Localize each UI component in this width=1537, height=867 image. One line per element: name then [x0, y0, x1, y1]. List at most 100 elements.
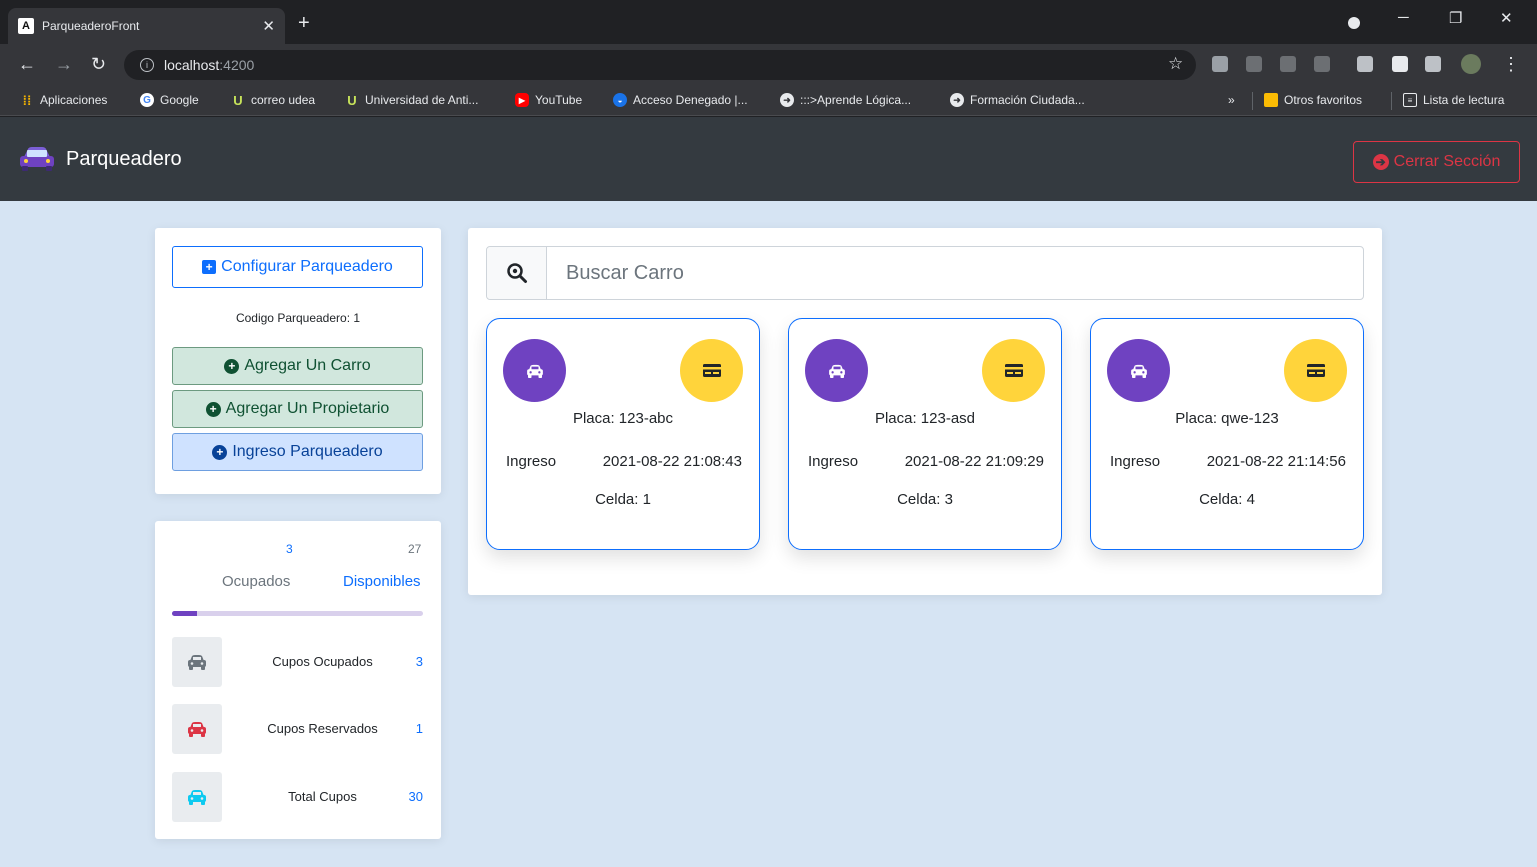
brand[interactable]: Parqueadero: [18, 145, 182, 173]
extension-icon[interactable]: [1314, 56, 1330, 72]
search-input[interactable]: [547, 247, 1363, 299]
available-count: 27: [408, 542, 422, 556]
power-icon: ➔: [1372, 154, 1389, 170]
forward-icon[interactable]: →: [55, 54, 73, 75]
minimize-icon[interactable]: ─: [1398, 9, 1409, 26]
globe-icon: ➜: [780, 93, 794, 107]
extension-icon[interactable]: [1280, 56, 1296, 72]
bookmark-divider: [1391, 92, 1392, 110]
total-spots-value: 30: [408, 789, 423, 804]
add-owner-button[interactable]: + Agregar Un Propietario: [172, 390, 423, 428]
restore-icon[interactable]: ❐: [1449, 9, 1462, 27]
car-card[interactable]: Placa: qwe-123 Ingreso 2021-08-22 21:14:…: [1090, 318, 1364, 550]
bookmark-star-icon[interactable]: ☆: [1168, 54, 1183, 74]
car-icon: [188, 790, 206, 805]
car-avatar: [805, 339, 868, 402]
globe-icon: ➜: [950, 93, 964, 107]
car-avatar: [503, 339, 566, 402]
entry-label: Ingreso: [506, 453, 557, 470]
car-cell: Celda: 4: [1199, 491, 1255, 508]
bookmark-youtube[interactable]: ▶ YouTube: [515, 93, 582, 107]
ticket-icon: [702, 364, 721, 377]
car-plate: Placa: 123-abc: [572, 410, 674, 427]
ticket-icon: [1004, 364, 1023, 377]
bookmark-aprende-logica[interactable]: ➜ :::>Aprende Lógica...: [780, 93, 911, 107]
parking-entry-button[interactable]: + Ingreso Parqueadero: [172, 433, 423, 471]
search-addon[interactable]: [487, 247, 547, 299]
notion-icon[interactable]: [1357, 56, 1373, 72]
address-bar[interactable]: i localhost:4200: [124, 50, 1196, 80]
occupied-count: 3: [286, 542, 293, 556]
reload-icon[interactable]: ↻: [91, 54, 106, 75]
total-spots-icon-box: [172, 772, 222, 822]
car-card[interactable]: Placa: 123-asd Ingreso 2021-08-22 21:09:…: [788, 318, 1062, 550]
plus-circle-icon: +: [224, 358, 240, 374]
profile-indicator-icon[interactable]: [1348, 17, 1360, 29]
bookmark-formacion[interactable]: ➜ Formación Ciudada...: [950, 93, 1085, 107]
reading-list[interactable]: ≡ Lista de lectura: [1403, 93, 1504, 107]
car-icon: [188, 722, 206, 737]
ticket-icon: [1306, 364, 1325, 377]
bookmark-other-favorites[interactable]: Otros favoritos: [1264, 93, 1362, 107]
puzzle-extensions-icon[interactable]: [1392, 56, 1408, 72]
bookmark-apps[interactable]: ⁞⁞ Aplicaciones: [20, 92, 108, 108]
avatar[interactable]: [1461, 54, 1481, 74]
media-control-icon[interactable]: [1425, 56, 1441, 72]
kebab-menu-icon[interactable]: ⋮: [1502, 54, 1520, 75]
apps-grid-icon: ⁞⁞: [22, 92, 32, 108]
car-logo-icon: [20, 147, 54, 171]
back-icon[interactable]: ←: [18, 54, 36, 75]
search-icon: [506, 263, 527, 283]
bookmark-google[interactable]: G Google: [140, 93, 199, 107]
entry-time: 2021-08-22 21:14:56: [1206, 453, 1346, 470]
reading-list-icon: ≡: [1403, 93, 1417, 107]
car-plate: Placa: 123-asd: [874, 410, 976, 427]
logout-button[interactable]: ➔ Cerrar Sección: [1353, 141, 1520, 183]
tab-close-icon[interactable]: ✕: [262, 17, 275, 35]
udea-icon: U: [233, 92, 243, 108]
brand-title: Parqueadero: [66, 147, 182, 170]
entry-time: 2021-08-22 21:09:29: [904, 453, 1044, 470]
browser-tab[interactable]: A ParqueaderoFront ✕: [8, 8, 285, 44]
configure-parking-button[interactable]: + Configurar Parqueadero: [172, 246, 423, 288]
bookmark-correo-udea[interactable]: U correo udea: [231, 92, 315, 108]
tab-title: ParqueaderoFront: [42, 19, 140, 33]
occupied-spots-label: Cupos Ocupados: [272, 654, 373, 669]
available-label[interactable]: Disponibles: [343, 573, 421, 590]
occupied-label[interactable]: Ocupados: [222, 573, 290, 590]
reserved-spots-label: Cupos Reservados: [267, 721, 378, 736]
new-tab-icon[interactable]: +: [298, 12, 310, 35]
occupied-spots-value: 3: [415, 654, 423, 669]
parking-code: Codigo Parqueadero: 1: [235, 311, 361, 325]
logout-label: Cerrar Sección: [1393, 153, 1501, 170]
car-icon: [526, 364, 543, 378]
ticket-avatar: [680, 339, 743, 402]
window-close-icon[interactable]: ✕: [1500, 9, 1513, 27]
car-avatar: [1107, 339, 1170, 402]
reserved-spots-value: 1: [415, 721, 423, 736]
bookmark-acceso-denegado[interactable]: ◒ Acceso Denegado |...: [613, 93, 748, 107]
car-cell: Celda: 1: [595, 491, 651, 508]
total-spots-label: Total Cupos: [288, 789, 357, 804]
ticket-avatar: [1284, 339, 1347, 402]
app-navbar: Parqueadero: [0, 117, 1537, 201]
add-car-button[interactable]: + Agregar Un Carro: [172, 347, 423, 385]
globe-icon: ◒: [613, 93, 627, 107]
bookmark-universidad[interactable]: U Universidad de Anti...: [345, 93, 478, 108]
car-plate: Placa: qwe-123: [1175, 410, 1279, 427]
occupied-spots-icon-box: [172, 637, 222, 687]
info-icon[interactable]: i: [140, 58, 154, 72]
entry-time: 2021-08-22 21:08:43: [602, 453, 742, 470]
extension-icon[interactable]: [1246, 56, 1262, 72]
car-icon: [1130, 364, 1147, 378]
car-card[interactable]: Placa: 123-abc Ingreso 2021-08-22 21:08:…: [486, 318, 760, 550]
car-cell: Celda: 3: [897, 491, 953, 508]
bookmarks-overflow-icon[interactable]: »: [1228, 93, 1235, 107]
entry-label: Ingreso: [808, 453, 859, 470]
car-icon: [188, 655, 206, 670]
extension-icon[interactable]: [1212, 56, 1228, 72]
car-icon: [828, 364, 845, 378]
youtube-icon: ▶: [515, 93, 529, 107]
plus-circle-icon: +: [205, 401, 221, 417]
plus-circle-icon: +: [212, 444, 228, 460]
